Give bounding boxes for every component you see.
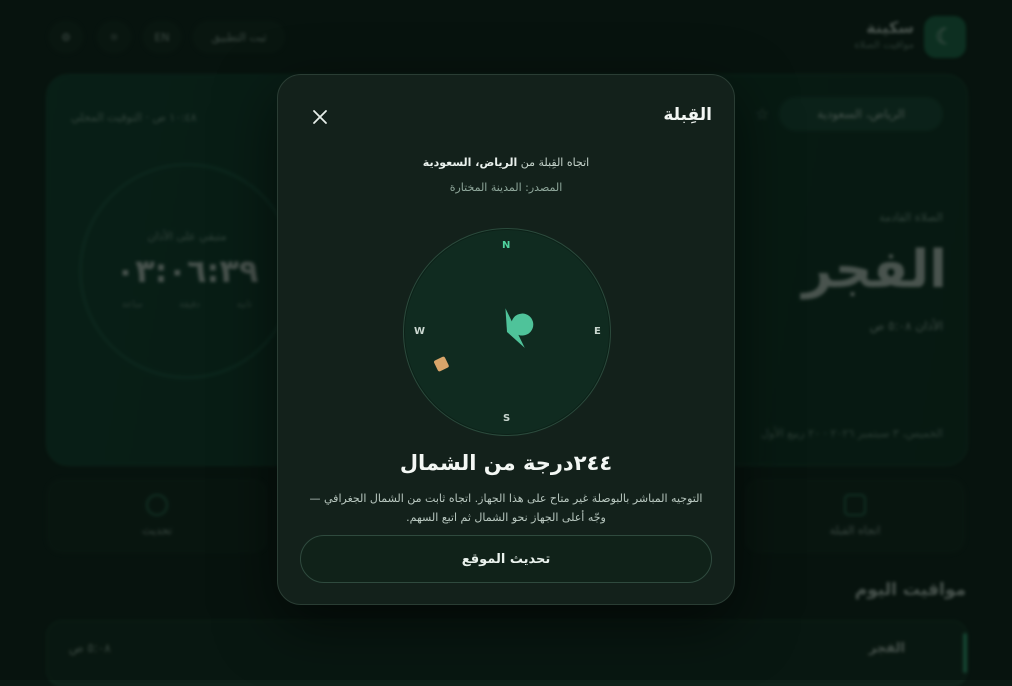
compass-needle-layer bbox=[434, 308, 534, 372]
close-icon[interactable] bbox=[308, 105, 332, 129]
qibla-arrow-icon bbox=[505, 308, 534, 348]
qibla-from-prefix: اتجاه القِبلة من bbox=[520, 156, 590, 169]
qibla-bearing: ٢٤٤درجة من الشمال bbox=[399, 451, 613, 475]
kaaba-icon bbox=[434, 356, 449, 372]
qibla-source: المصدر: المدينة المختارة bbox=[449, 181, 563, 194]
qibla-from-city: الرياض، السعودية bbox=[422, 156, 518, 169]
qibla-note: التوجيه المباشر بالبوصلة غير متاح على هذ… bbox=[309, 492, 703, 524]
qibla-from-line: اتجاه القِبلة من الرياض، السعودية bbox=[278, 156, 734, 169]
qibla-compass: N E S W bbox=[403, 228, 611, 436]
dialog-title: القِبلة bbox=[663, 105, 712, 125]
qibla-dialog: القِبلة اتجاه القِبلة من الرياض، السعودي… bbox=[277, 74, 735, 605]
update-location-button[interactable]: تحديث الموقع bbox=[300, 535, 712, 583]
